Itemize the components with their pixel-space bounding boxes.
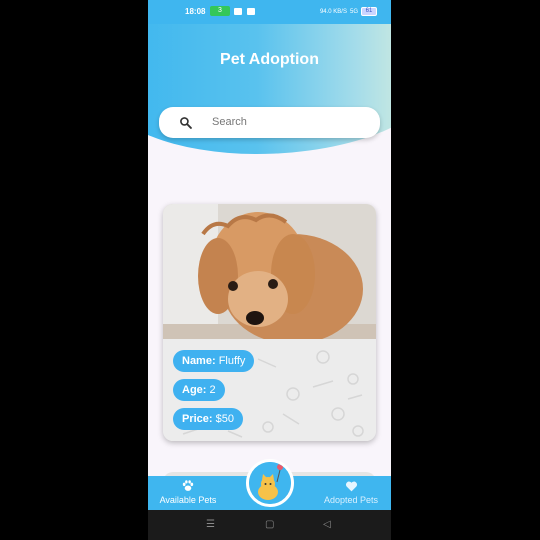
search-icon[interactable] [179,116,192,129]
pet-age-pill: Age: 2 [173,379,225,401]
pet-name-value: Fluffy [218,355,246,367]
nav-adopted-label: Adopted Pets [323,495,379,505]
pet-age-value: 2 [209,384,216,396]
pet-name-label: Name: [182,355,216,367]
page-title: Pet Adoption [220,51,319,68]
pet-name-pill: Name: Fluffy [173,350,255,372]
network-speed: 94.0 KB/S [319,8,347,15]
pet-card[interactable]: Name: Fluffy Age: 2 Price: $50 [163,204,376,441]
nav-available-pets[interactable]: Available Pets [148,480,228,505]
nav-available-label: Available Pets [159,495,217,505]
pet-photo [163,204,376,344]
search-input[interactable] [212,116,362,128]
pet-price-pill: Price: $50 [173,408,243,430]
system-nav-bar: ☰ ▢ ◁ [148,510,391,540]
cat-icon [249,462,291,504]
message-icon [234,8,242,15]
status-right: 94.0 KB/S 5G 61 [320,7,377,16]
app-icon [247,8,255,15]
center-pet-button[interactable] [246,459,294,507]
pet-price-label: Price: [182,413,213,425]
battery-icon: 61 [361,7,377,16]
status-time: 18:08 [185,7,206,16]
pet-price-value: $50 [215,413,234,425]
paw-icon [182,480,194,491]
notification-badge: 3 [210,6,230,16]
back-button[interactable]: ◁ [323,519,331,530]
home-button[interactable]: ▢ [265,519,274,530]
search-bar[interactable] [159,107,380,138]
recents-button[interactable]: ☰ [206,519,215,530]
heart-icon [345,481,357,492]
signal-label: 5G [349,8,358,15]
status-bar: 18:08 3 94.0 KB/S 5G 61 [148,0,391,24]
nav-adopted-pets[interactable]: Adopted Pets [311,480,391,505]
pet-details: Name: Fluffy Age: 2 Price: $50 [163,339,376,441]
pet-age-label: Age: [182,384,207,396]
phone-screen: 18:08 3 94.0 KB/S 5G 61 Pet Adoption Sea… [148,0,391,540]
